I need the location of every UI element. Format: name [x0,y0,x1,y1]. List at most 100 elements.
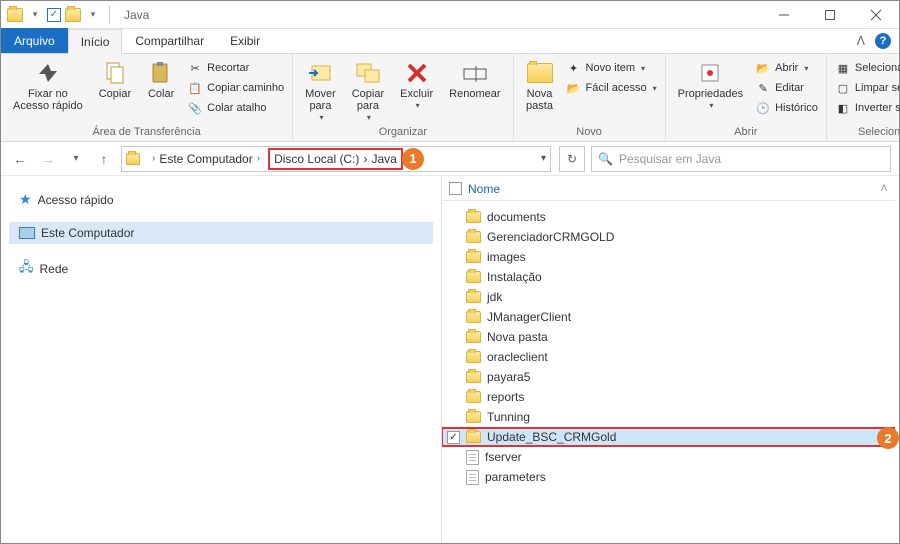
titlebar: ▾ ✓ ▾ Java [1,1,899,29]
file-icon [466,470,479,485]
group-label-new: Novo [520,124,659,141]
folder-icon [466,331,481,343]
delete-icon [403,60,431,86]
chevron-down-icon: ▾ [709,102,713,111]
tab-file[interactable]: Arquivo [1,28,68,53]
chevron-down-icon[interactable]: ▾ [27,7,43,23]
refresh-button[interactable]: ↻ [559,146,585,172]
file-name: documents [487,210,546,224]
tab-share[interactable]: Compartilhar [122,28,217,53]
file-row[interactable]: jdk [441,287,895,307]
chevron-down-icon[interactable]: ▾ [85,7,101,23]
paste-icon [147,60,175,86]
pin-to-quick-access-button[interactable]: Fixar no Acesso rápido [7,56,89,112]
folder-icon [466,391,481,403]
checked-folder-icon[interactable]: ✓ [47,8,61,22]
move-to-button[interactable]: Mover para▾ [299,56,342,123]
collapse-ribbon-icon[interactable]: ᐱ [857,34,865,48]
file-name: JManagerClient [487,310,571,324]
group-label-clipboard: Área de Transferência [7,124,286,141]
delete-button[interactable]: Excluir▾ [394,56,439,111]
breadcrumb-root[interactable]: ›Este Computador› [144,147,264,171]
folder-icon [466,311,481,323]
edit-icon: ✎ [755,80,771,96]
column-header-name[interactable]: Nome ᐱ [441,177,895,201]
open-button[interactable]: 📂Abrir▾ [753,59,820,77]
ribbon: Fixar no Acesso rápido Copiar Colar ✂Rec… [1,54,899,142]
new-item-button[interactable]: ✦Novo item▾ [564,59,659,77]
pin-icon [34,60,62,86]
rename-button[interactable]: Renomear [443,56,506,100]
search-box[interactable]: 🔍 Pesquisar em Java [591,146,891,172]
file-row[interactable]: reports [441,387,895,407]
file-name: reports [487,390,524,404]
forward-button[interactable]: → [37,148,59,170]
file-row[interactable]: GerenciadorCRMGOLD [441,227,895,247]
file-row[interactable]: fserver [441,447,895,467]
breadcrumb-highlighted[interactable]: Disco Local (C:)›Java [268,148,403,170]
tree-this-pc[interactable]: Este Computador [9,222,433,244]
group-new: Nova pasta ✦Novo item▾ 📂Fácil acesso▾ No… [514,54,666,141]
help-icon[interactable]: ? [875,33,891,49]
copy-to-button[interactable]: Copiar para▾ [346,56,390,123]
history-button[interactable]: 🕑Histórico [753,99,820,117]
easy-access-button[interactable]: 📂Fácil acesso▾ [564,79,659,97]
recent-locations-button[interactable]: ▾ [65,148,87,170]
file-row[interactable]: JManagerClient [441,307,895,327]
tab-view[interactable]: Exibir [217,28,273,53]
shortcut-icon: 📎 [187,100,203,116]
network-icon: 🖧 [19,258,34,280]
copy-button[interactable]: Copiar [93,56,137,100]
clear-selection-button[interactable]: ▢Limpar seleção [833,79,900,97]
file-row[interactable]: ✓Update_BSC_CRMGold2 [441,427,895,447]
invert-selection-button[interactable]: ◧Inverter seleção [833,99,900,117]
copy-path-button[interactable]: 📋Copiar caminho [185,79,286,97]
folder-icon [466,291,481,303]
select-all-checkbox[interactable] [449,182,462,195]
pc-icon [19,227,35,239]
paste-shortcut-button[interactable]: 📎Colar atalho [185,99,286,117]
maximize-button[interactable] [807,1,853,29]
quick-access-toolbar: ▾ ✓ ▾ Java [1,1,155,28]
copy-to-icon [354,60,382,86]
scissors-icon: ✂ [187,60,203,76]
file-row[interactable]: parameters [441,467,895,487]
file-name: jdk [487,290,502,304]
tree-quick-access[interactable]: ★Acesso rápido [9,187,433,212]
pane-divider[interactable] [441,177,442,543]
ribbon-tabs: Arquivo Início Compartilhar Exibir ᐱ ? [1,29,899,54]
file-row[interactable]: Nova pasta [441,327,895,347]
group-open: Propriedades▾ 📂Abrir▾ ✎Editar 🕑Histórico… [666,54,827,141]
address-bar[interactable]: ›Este Computador› Disco Local (C:)›Java … [121,146,551,172]
navigation-bar: ← → ▾ ↑ ›Este Computador› Disco Local (C… [1,142,899,176]
tree-network[interactable]: 🖧Rede [9,254,433,284]
properties-button[interactable]: Propriedades▾ [672,56,749,111]
easy-access-icon: 📂 [566,80,582,96]
file-icon [466,450,479,465]
file-row[interactable]: payara5 [441,367,895,387]
cut-button[interactable]: ✂Recortar [185,59,286,77]
folder-icon [466,371,481,383]
tab-home[interactable]: Início [68,29,123,54]
file-name: fserver [485,450,522,464]
checkbox-icon[interactable]: ✓ [447,431,460,444]
file-row[interactable]: images [441,247,895,267]
folder-icon [466,251,481,263]
file-row[interactable]: oracleclient [441,347,895,367]
chevron-down-icon[interactable]: ▾ [541,153,546,164]
new-folder-button[interactable]: Nova pasta [520,56,560,112]
clear-selection-icon: ▢ [835,80,851,96]
back-button[interactable]: ← [9,148,31,170]
file-row[interactable]: Instalação [441,267,895,287]
select-all-button[interactable]: ▦Selecionar tudo [833,59,900,77]
group-label-open: Abrir [672,124,820,141]
close-button[interactable] [853,1,899,29]
minimize-button[interactable] [761,1,807,29]
file-row[interactable]: Tunning [441,407,895,427]
up-button[interactable]: ↑ [93,148,115,170]
edit-button[interactable]: ✎Editar [753,79,820,97]
file-row[interactable]: documents [441,207,895,227]
new-folder-icon [526,60,554,86]
group-label-organize: Organizar [299,124,506,141]
paste-button[interactable]: Colar [141,56,181,100]
